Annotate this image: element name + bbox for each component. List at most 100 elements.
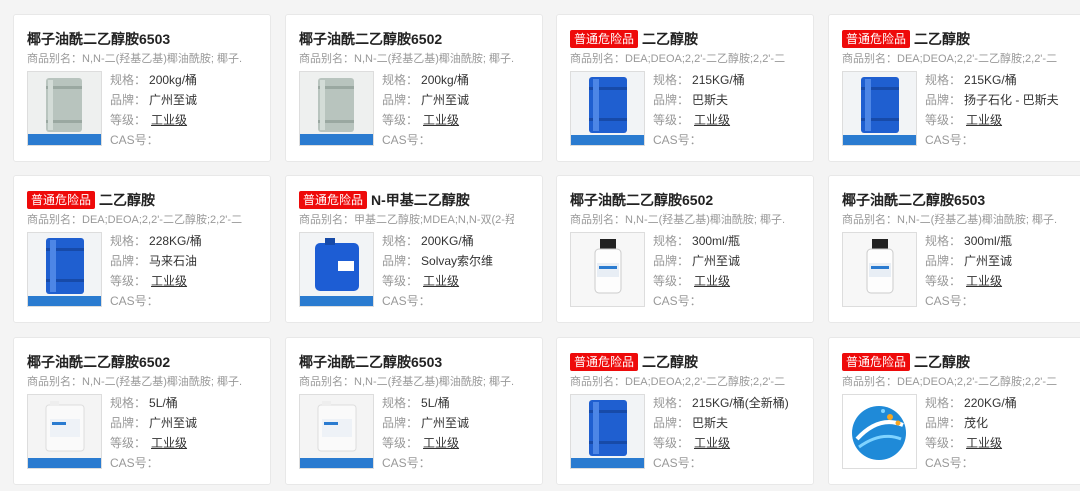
product-card[interactable]: 普通危险品 二乙醇胺 商品别名：DEA;DEOA;2,2'-二乙醇胺;2,2'-… (556, 337, 814, 485)
cas-label: CAS号： (110, 456, 159, 470)
grade-row: 等级： 工业级 (653, 271, 740, 291)
product-title[interactable]: 椰子油酰二乙醇胺6503 (27, 29, 170, 49)
product-card[interactable]: 普通危险品 二乙醇胺 商品别名：DEA;DEOA;2,2'-二乙醇胺;2,2'-… (13, 175, 271, 323)
spec-value: 200kg/桶 (149, 73, 198, 87)
spec-value: 215KG/桶(全新桶) (692, 396, 789, 410)
product-card[interactable]: 普通危险品 二乙醇胺 商品别名：DEA;DEOA;2,2'-二乙醇胺;2,2'-… (828, 14, 1080, 162)
brand-value: Solvay索尔维 (421, 254, 494, 268)
spec-value: 300ml/瓶 (692, 234, 741, 248)
product-title-row: 椰子油酰二乙醇胺6503 (842, 190, 1075, 210)
product-alias: 商品别名：N,N-二(羟基乙基)椰油酰胺; 椰子... (299, 53, 514, 65)
product-image[interactable] (27, 232, 102, 307)
brand-row: 品牌： 广州至诚 (382, 413, 469, 433)
product-title[interactable]: 椰子油酰二乙醇胺6502 (570, 190, 713, 210)
product-title-row: 普通危险品 二乙醇胺 (842, 29, 1075, 49)
brand-row: 品牌： 广州至诚 (925, 251, 1012, 271)
product-card[interactable]: 椰子油酰二乙醇胺6503 商品别名：N,N-二(羟基乙基)椰油酰胺; 椰子...… (285, 337, 543, 485)
product-title-row: 普通危险品 二乙醇胺 (570, 352, 803, 372)
product-title[interactable]: 二乙醇胺 (642, 352, 698, 372)
product-card[interactable]: 普通危险品 N-甲基二乙醇胺 商品别名：甲基二乙醇胺;MDEA;N,N-双(2-… (285, 175, 543, 323)
product-title[interactable]: 椰子油酰二乙醇胺6503 (842, 190, 985, 210)
product-card[interactable]: 椰子油酰二乙醇胺6502 商品别名：N,N-二(羟基乙基)椰油酰胺; 椰子...… (13, 337, 271, 485)
product-specs: 规格： 200KG/桶 品牌： Solvay索尔维 等级： 工业级 CAS号： (382, 231, 493, 311)
brand-label: 品牌： (653, 416, 690, 430)
spec-label: 规格： (653, 396, 690, 410)
product-card[interactable]: 普通危险品 二乙醇胺 商品别名：DEA;DEOA;2,2'-二乙醇胺;2,2'-… (828, 337, 1080, 485)
brand-row: 品牌： 广州至诚 (382, 90, 469, 110)
cas-row: CAS号： (110, 291, 202, 311)
product-image[interactable] (27, 71, 102, 146)
product-image[interactable] (842, 394, 917, 469)
product-title[interactable]: 二乙醇胺 (99, 190, 155, 210)
product-card[interactable]: 椰子油酰二乙醇胺6502 商品别名：N,N-二(羟基乙基)椰油酰胺; 椰子...… (556, 175, 814, 323)
brand-label: 品牌： (382, 254, 419, 268)
product-image[interactable] (299, 394, 374, 469)
grade-label: 等级： (382, 436, 419, 450)
product-title-row: 普通危险品 二乙醇胺 (842, 352, 1075, 372)
product-image[interactable] (570, 232, 645, 307)
spec-label: 规格： (110, 73, 147, 87)
spec-row: 规格： 200KG/桶 (382, 231, 493, 251)
brand-label: 品牌： (382, 416, 419, 430)
product-alias: 商品别名：N,N-二(羟基乙基)椰油酰胺; 椰子... (842, 214, 1057, 226)
cas-row: CAS号： (653, 130, 745, 150)
grade-row: 等级： 工业级 (110, 271, 202, 291)
spec-row: 规格： 228KG/桶 (110, 231, 202, 251)
product-image[interactable] (299, 71, 374, 146)
brand-value: 巴斯夫 (692, 93, 729, 107)
hazard-badge: 普通危险品 (842, 353, 911, 371)
grade-label: 等级： (925, 274, 962, 288)
product-title[interactable]: 二乙醇胺 (642, 29, 698, 49)
product-card[interactable]: 椰子油酰二乙醇胺6503 商品别名：N,N-二(羟基乙基)椰油酰胺; 椰子...… (828, 175, 1080, 323)
product-card[interactable]: 椰子油酰二乙醇胺6502 商品别名：N,N-二(羟基乙基)椰油酰胺; 椰子...… (285, 14, 543, 162)
grade-label: 等级： (653, 113, 690, 127)
grade-value: 工业级 (966, 274, 1003, 288)
spec-label: 规格： (653, 73, 690, 87)
cas-row: CAS号： (925, 130, 1059, 150)
product-title[interactable]: 椰子油酰二乙醇胺6502 (27, 352, 170, 372)
cas-row: CAS号： (925, 291, 1012, 311)
product-title-row: 普通危险品 二乙醇胺 (27, 190, 260, 210)
brand-value: 扬子石化 - 巴斯夫 (964, 93, 1059, 107)
product-title[interactable]: N-甲基二乙醇胺 (371, 190, 470, 210)
brand-row: 品牌： 广州至诚 (110, 413, 197, 433)
product-title-row: 椰子油酰二乙醇胺6502 (27, 352, 260, 372)
product-title[interactable]: 椰子油酰二乙醇胺6503 (299, 352, 442, 372)
spec-row: 规格： 215KG/桶 (653, 70, 745, 90)
grade-row: 等级： 工业级 (382, 271, 493, 291)
grade-label: 等级： (653, 436, 690, 450)
product-image[interactable] (299, 232, 374, 307)
product-title-row: 椰子油酰二乙醇胺6502 (570, 190, 803, 210)
product-card[interactable]: 普通危险品 二乙醇胺 商品别名：DEA;DEOA;2,2'-二乙醇胺;2,2'-… (556, 14, 814, 162)
grade-value: 工业级 (694, 274, 731, 288)
product-image[interactable] (842, 232, 917, 307)
brand-label: 品牌： (110, 93, 147, 107)
brand-row: 品牌： Solvay索尔维 (382, 251, 493, 271)
cas-row: CAS号： (382, 130, 469, 150)
grade-label: 等级： (110, 113, 147, 127)
brand-label: 品牌： (925, 93, 962, 107)
cas-label: CAS号： (925, 456, 974, 470)
hazard-badge: 普通危险品 (299, 191, 368, 209)
product-card[interactable]: 椰子油酰二乙醇胺6503 商品别名：N,N-二(羟基乙基)椰油酰胺; 椰子...… (13, 14, 271, 162)
spec-value: 215KG/桶 (964, 73, 1017, 87)
product-image[interactable] (570, 394, 645, 469)
brand-value: 巴斯夫 (692, 416, 729, 430)
product-title[interactable]: 椰子油酰二乙醇胺6502 (299, 29, 442, 49)
product-image[interactable] (842, 71, 917, 146)
product-title[interactable]: 二乙醇胺 (914, 29, 970, 49)
brand-row: 品牌： 扬子石化 - 巴斯夫 (925, 90, 1059, 110)
product-specs: 规格： 220KG/桶 品牌： 茂化 等级： 工业级 CAS号： (925, 393, 1017, 473)
hazard-badge: 普通危险品 (570, 30, 639, 48)
product-specs: 规格： 200kg/桶 品牌： 广州至诚 等级： 工业级 CAS号： (110, 70, 197, 150)
grade-row: 等级： 工业级 (382, 110, 469, 130)
grade-row: 等级： 工业级 (925, 271, 1012, 291)
brand-row: 品牌： 茂化 (925, 413, 1017, 433)
product-image[interactable] (27, 394, 102, 469)
cas-row: CAS号： (382, 453, 469, 473)
cas-label: CAS号： (925, 294, 974, 308)
product-image[interactable] (570, 71, 645, 146)
brand-label: 品牌： (653, 254, 690, 268)
product-title[interactable]: 二乙醇胺 (914, 352, 970, 372)
grade-value: 工业级 (423, 436, 460, 450)
